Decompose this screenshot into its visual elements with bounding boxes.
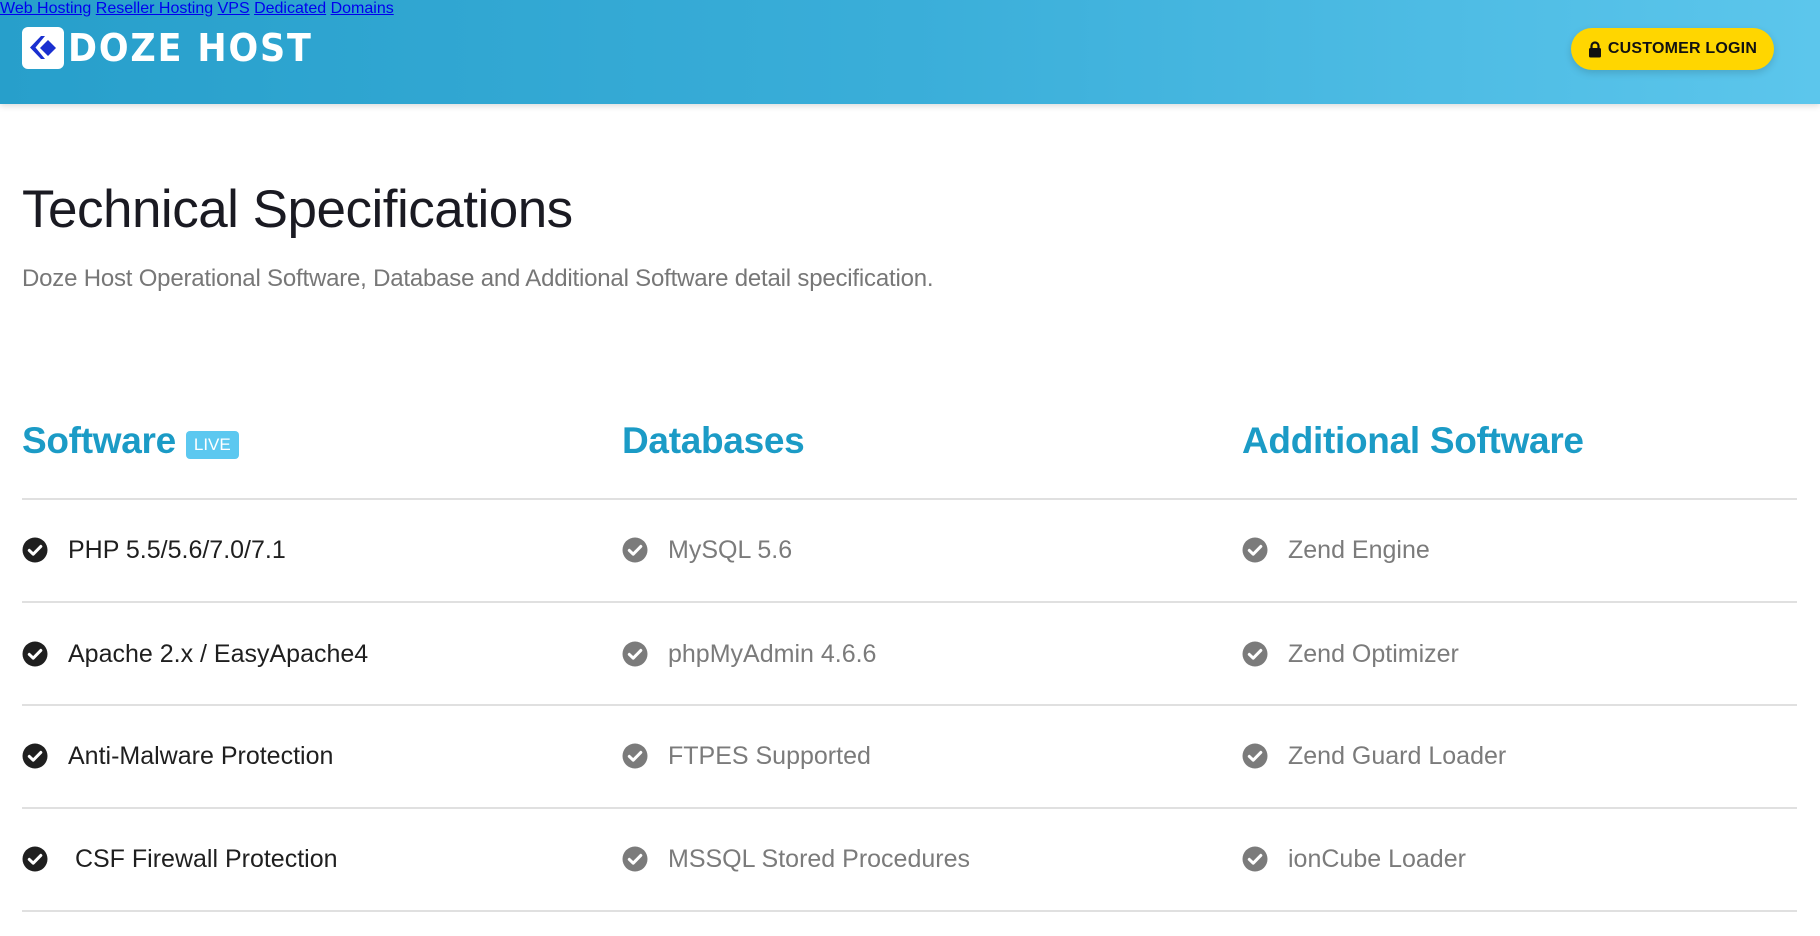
- databases-heading: Databases: [622, 418, 805, 464]
- spec-item-label: ionCube Loader: [1288, 845, 1466, 873]
- spec-item: Zend Engine: [1242, 530, 1430, 570]
- spec-item-label: PHP 5.5/5.6/7.0/7.1: [68, 536, 286, 564]
- lock-icon: [1588, 40, 1602, 58]
- check-circle-icon: [622, 641, 648, 667]
- check-circle-icon: [1242, 537, 1268, 563]
- divider: [22, 807, 1797, 809]
- site-header: DOZE HOST Web Hosting Reseller Hosting V…: [0, 0, 1820, 104]
- spec-item-label: Zend Optimizer: [1288, 640, 1459, 668]
- additional-software-heading: Additional Software: [1242, 418, 1584, 464]
- check-circle-icon: [22, 846, 48, 872]
- page-title: Technical Specifications: [22, 180, 573, 239]
- spec-item: phpMyAdmin 4.6.6: [622, 634, 876, 674]
- spec-item: MySQL 5.6: [622, 530, 792, 570]
- spec-item: Zend Optimizer: [1242, 634, 1459, 674]
- page-subtitle: Doze Host Operational Software, Database…: [22, 265, 934, 292]
- spec-item: ionCube Loader: [1242, 839, 1466, 879]
- check-circle-icon: [622, 846, 648, 872]
- spec-item-label: Zend Guard Loader: [1288, 742, 1507, 770]
- nav-dedicated[interactable]: Dedicated: [254, 0, 326, 17]
- nav-domains[interactable]: Domains: [331, 0, 394, 17]
- customer-login-button[interactable]: CUSTOMER LOGIN: [1571, 28, 1774, 70]
- spec-item: Anti-Malware Protection: [22, 736, 333, 776]
- live-badge: LIVE: [185, 431, 239, 459]
- spec-item: CSF Firewall Protection: [22, 839, 338, 879]
- spec-item-label: Zend Engine: [1288, 536, 1430, 564]
- check-circle-icon: [1242, 846, 1268, 872]
- check-circle-icon: [22, 641, 48, 667]
- software-heading-text: Software: [22, 420, 176, 461]
- logo[interactable]: DOZE HOST: [22, 26, 334, 70]
- spec-item-label: Anti-Malware Protection: [68, 742, 334, 770]
- divider: [22, 601, 1797, 603]
- nav-vps[interactable]: VPS: [218, 0, 250, 17]
- spec-item: FTPES Supported: [622, 736, 871, 776]
- spec-item: Apache 2.x / EasyApache4: [22, 634, 368, 674]
- check-circle-icon: [22, 537, 48, 563]
- spec-item-label: MySQL 5.6: [668, 536, 793, 564]
- logo-mark-icon: [22, 27, 64, 69]
- spec-item-label: CSF Firewall Protection: [68, 845, 338, 873]
- check-circle-icon: [1242, 641, 1268, 667]
- spec-item-label: MSSQL Stored Procedures: [668, 845, 970, 873]
- software-heading: Software LIVE: [22, 418, 239, 464]
- spec-item: PHP 5.5/5.6/7.0/7.1: [22, 530, 286, 570]
- check-circle-icon: [22, 743, 48, 769]
- nav-reseller-hosting[interactable]: Reseller Hosting: [96, 0, 213, 17]
- spec-item: Zend Guard Loader: [1242, 736, 1506, 776]
- check-circle-icon: [622, 743, 648, 769]
- divider: [22, 498, 1797, 500]
- nav-web-hosting[interactable]: Web Hosting: [0, 0, 91, 17]
- spec-item: MSSQL Stored Procedures: [622, 839, 970, 879]
- brand-name: DOZE HOST: [68, 26, 313, 70]
- spec-item-label: phpMyAdmin 4.6.6: [668, 640, 877, 668]
- spec-item-label: Apache 2.x / EasyApache4: [68, 640, 369, 668]
- customer-login-label: CUSTOMER LOGIN: [1607, 40, 1758, 57]
- divider: [22, 704, 1797, 706]
- spec-item-label: FTPES Supported: [668, 742, 871, 770]
- main-nav: Web Hosting Reseller Hosting VPS Dedicat…: [0, 0, 1820, 18]
- check-circle-icon: [1242, 743, 1268, 769]
- additional-software-heading-text: Additional Software: [1242, 420, 1584, 461]
- databases-heading-text: Databases: [622, 420, 805, 461]
- check-circle-icon: [622, 537, 648, 563]
- divider: [22, 910, 1797, 912]
